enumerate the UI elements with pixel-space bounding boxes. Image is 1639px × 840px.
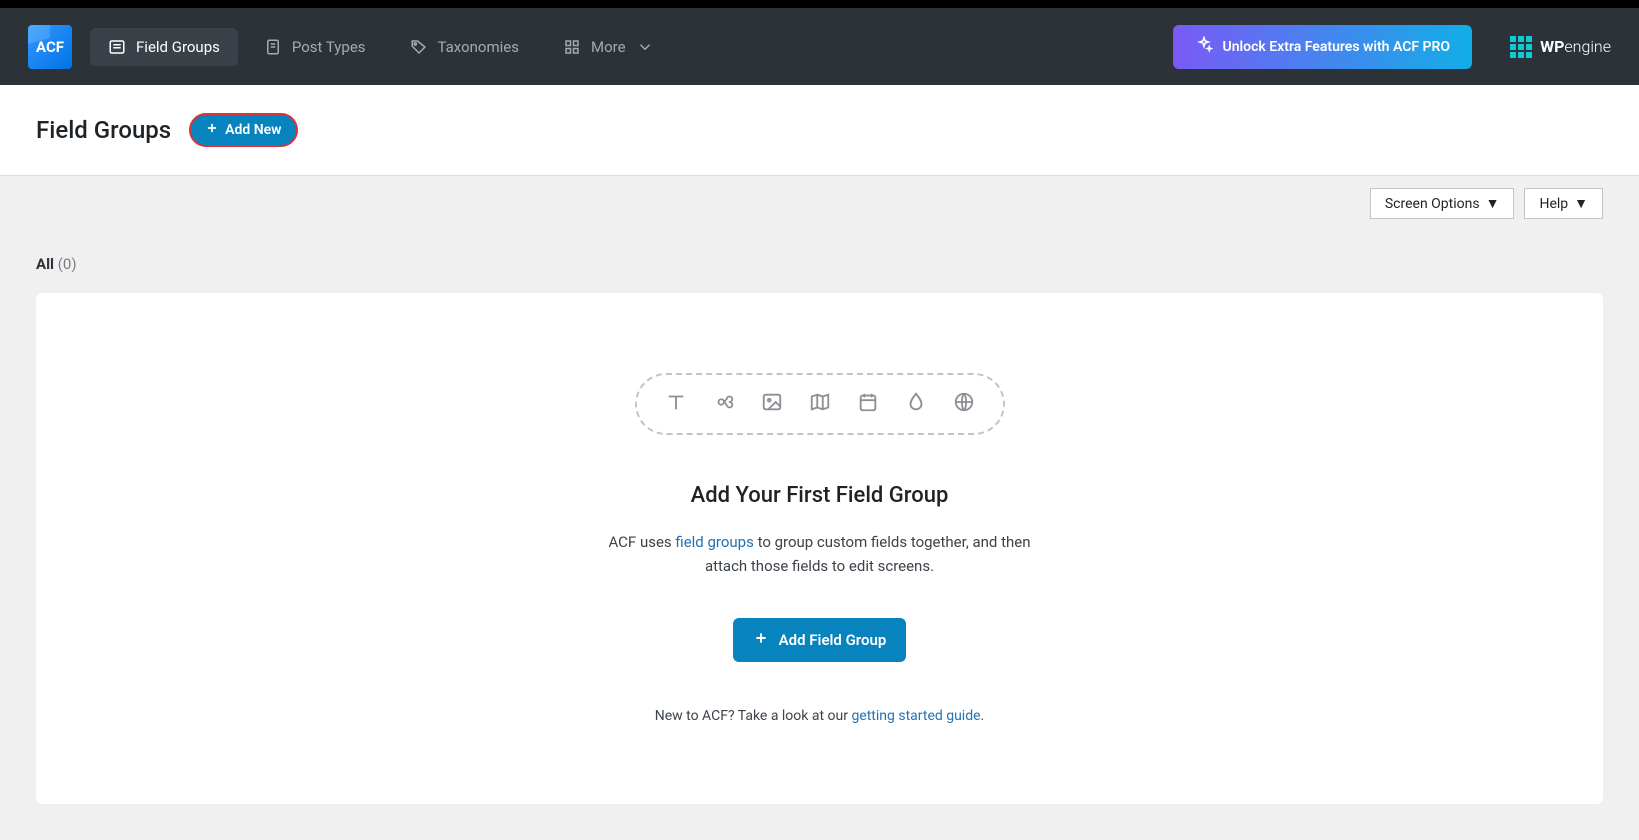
window-top-bar: [0, 0, 1639, 8]
nav-field-groups[interactable]: Field Groups: [90, 28, 238, 66]
caret-down-icon: ▼: [1574, 195, 1588, 212]
add-field-group-button[interactable]: Add Field Group: [733, 618, 907, 662]
globe-icon: [953, 391, 975, 417]
filter-row: All (0): [0, 219, 1639, 287]
map-icon: [809, 391, 831, 417]
wpengine-brand[interactable]: WPengine: [1510, 36, 1611, 58]
nav-more[interactable]: More: [545, 28, 672, 66]
wpengine-text: WPengine: [1540, 37, 1611, 56]
page-header: Field Groups Add New: [0, 85, 1639, 176]
grid-icon: [563, 38, 581, 56]
add-field-group-label: Add Field Group: [779, 631, 887, 649]
nav-label: Post Types: [292, 38, 366, 56]
nav-items: Field Groups Post Types Taxonomies More: [90, 28, 1155, 66]
caret-down-icon: ▼: [1486, 195, 1500, 212]
nav-label: More: [591, 38, 626, 56]
empty-title: Add Your First Field Group: [691, 483, 949, 508]
screen-options-button[interactable]: Screen Options ▼: [1370, 188, 1515, 219]
sparkle-icon: [1195, 36, 1213, 58]
plus-icon: [753, 630, 769, 650]
nav-taxonomies[interactable]: Taxonomies: [392, 28, 537, 66]
document-icon: [264, 38, 282, 56]
field-type-icons: [635, 373, 1005, 435]
unlock-label: Unlock Extra Features with ACF PRO: [1223, 39, 1451, 55]
empty-description: ACF uses field groups to group custom fi…: [590, 530, 1050, 578]
filter-all[interactable]: All: [36, 255, 54, 273]
nav-label: Field Groups: [136, 38, 220, 56]
droplet-icon: [905, 391, 927, 417]
add-new-button[interactable]: Add New: [189, 113, 297, 147]
nav-label: Taxonomies: [438, 38, 519, 56]
top-nav: ACF Field Groups Post Types Taxonomies M…: [0, 8, 1639, 85]
acf-logo-text: ACF: [36, 38, 64, 56]
screen-toolbar: Screen Options ▼ Help ▼: [0, 176, 1639, 219]
wpengine-icon: [1510, 36, 1532, 58]
list-icon: [108, 38, 126, 56]
plus-icon: [205, 121, 219, 139]
infinity-icon: [713, 391, 735, 417]
unlock-pro-button[interactable]: Unlock Extra Features with ACF PRO: [1173, 25, 1473, 69]
tag-icon: [410, 38, 428, 56]
calendar-icon: [857, 391, 879, 417]
image-icon: [761, 391, 783, 417]
filter-count: (0): [58, 255, 77, 273]
nav-post-types[interactable]: Post Types: [246, 28, 384, 66]
help-label: Help: [1539, 196, 1568, 212]
field-groups-link[interactable]: field groups: [675, 533, 753, 551]
add-new-label: Add New: [225, 122, 281, 138]
screen-options-label: Screen Options: [1385, 196, 1480, 212]
getting-started-link[interactable]: getting started guide: [851, 708, 980, 724]
footnote: New to ACF? Take a look at our getting s…: [655, 708, 985, 724]
chevron-down-icon: [636, 38, 654, 56]
empty-state-card: Add Your First Field Group ACF uses fiel…: [36, 293, 1603, 804]
text-icon: [665, 391, 687, 417]
acf-logo[interactable]: ACF: [28, 25, 72, 69]
page-title: Field Groups: [36, 116, 171, 144]
help-button[interactable]: Help ▼: [1524, 188, 1603, 219]
